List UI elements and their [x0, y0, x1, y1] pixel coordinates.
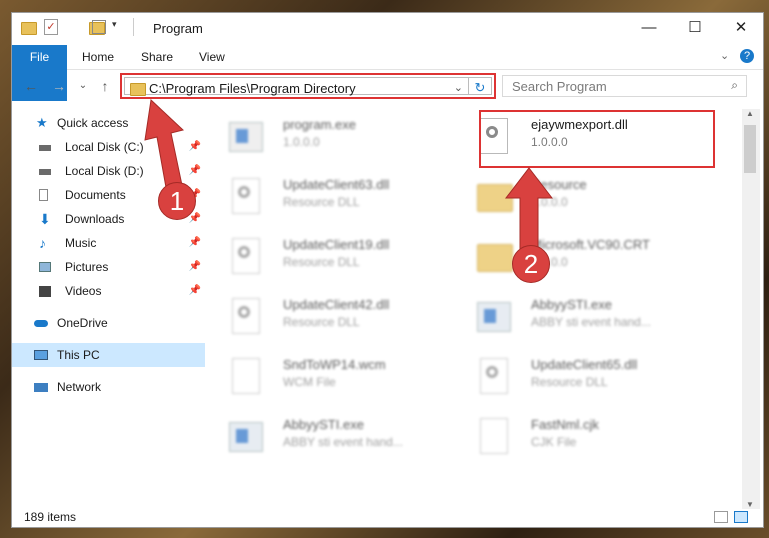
step-badge-1: 1 — [158, 182, 196, 220]
annotation-arrows — [144, 98, 554, 256]
arrow-1 — [144, 98, 185, 194]
step-badge-2: 2 — [512, 245, 550, 283]
arrow-2 — [504, 167, 554, 256]
